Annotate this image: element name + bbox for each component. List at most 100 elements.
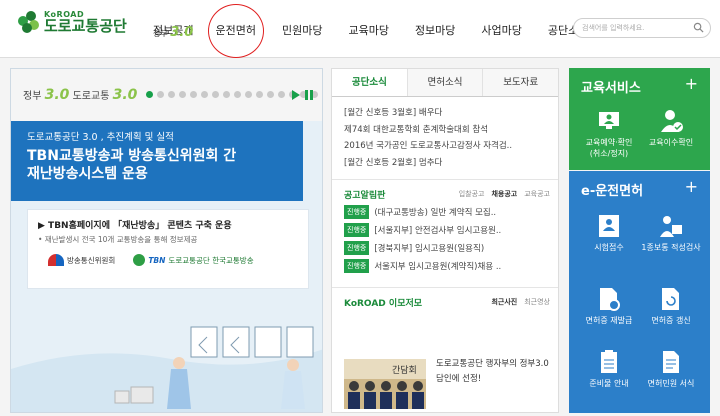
brand-gov: 정부 [23,91,42,102]
list-item[interactable]: [월간 신호등 3월호] 배우다 [344,105,548,122]
list-item[interactable]: 진행중 서울지부 임시고용원(계약직)채용 .. [344,259,548,273]
news-photo[interactable]: 간담회 [344,359,426,409]
license-forms-button[interactable]: 면허민원 서식 [641,349,701,389]
job-text: 서울지부 임시고용원(계약직)채용 .. [374,262,502,272]
banner-illustration [11,326,322,412]
list-item[interactable]: 진행중 (대구교통방송) 일반 계약직 모집.. [344,205,548,219]
logo-ko: 도로교통공단 [44,17,127,35]
job-text: [경북지부] 임시고용원(일용직) [374,244,485,254]
status-badge: 진행중 [344,205,370,219]
document-refresh-icon [662,288,679,310]
list-item[interactable]: 2016년 국가공인 도로교통사고감정사 자격검.. [344,138,548,155]
main-banner[interactable]: 정부 3.0 도로교통 3.0 도로교통공단 3.0 , 추진계획 및 실적 T… [10,68,323,413]
license-renewal-button[interactable]: 면허증 갱신 [641,286,701,326]
nav-civil-service[interactable]: 민원마당 [269,22,335,58]
link-bid-notice[interactable]: 입찰공고 [459,189,485,199]
search-placeholder: 검색어를 입력하세요. [582,24,645,32]
tab-press-release[interactable]: 보도자료 [483,69,559,96]
supplies-guide-button[interactable]: 준비물 안내 [579,349,639,389]
edu-item-label: 교육이수확인 [648,138,694,147]
form-document-icon [663,351,679,373]
brand-num2: 3.0 [112,87,138,103]
news-list: [월간 신호등 3월호] 배우다 제74회 대한교통학회 춘계학술대회 참석 2… [332,97,558,171]
tbn-clover-icon [133,254,146,266]
gov-small: 정부 [153,29,168,38]
banner-info-card: ▶ TBN홈페이지에 「재난방송」 콘텐츠 구축 운용 • 재난발생시 전국 1… [27,209,309,289]
nav-education[interactable]: 교육마당 [335,22,401,58]
photo-description[interactable]: 도로교통공단 행자부의 정부3.0 담인에 선정! [436,357,554,387]
list-item[interactable]: 진행중 [서울지부] 안전검사부 임시고용원.. [344,223,548,237]
status-badge: 진행중 [344,259,370,273]
license-item-label: 1종보통 적성검사 [641,243,701,252]
user-check-icon [661,110,683,132]
status-badge: 진행중 [344,241,370,255]
license-more-button[interactable]: + [685,177,698,196]
list-item[interactable]: 제74회 대한교통학회 춘계학술대회 참석 [344,122,548,139]
kcc-logo: 방송통신위원회 [48,254,115,266]
user-monitor-icon [660,216,682,237]
edu-item-sub: (취소/정지) [589,149,629,158]
site-header: KoROAD 도로교통공단 정부 3.0 정보공개 운전면허 민원마당 교육마당… [0,0,720,58]
search-icon[interactable] [693,22,704,33]
news-panel: 공단소식 면허소식 보도자료 [월간 신호등 3월호] 배우다 제74회 대한교… [331,68,559,413]
job-text: [서울지부] 안전검사부 임시고용원.. [374,226,502,236]
license-item-label: 준비물 안내 [589,379,629,388]
job-text: (대구교통방송) 일반 계약직 모집.. [374,208,497,218]
license-title[interactable]: e-운전면허 [581,180,643,199]
list-item[interactable]: 진행중 [경북지부] 임시고용원(일용직) [344,241,548,255]
banner-headline-1: TBN교통방송과 방송통신위원회 간 [27,148,237,164]
monitor-user-icon [599,112,619,129]
link-recent-videos[interactable]: 최근영상 [524,297,550,307]
banner-headline-2: 재난방송시스템 운용 [27,166,148,182]
brand-org: 도로교통 [72,91,110,102]
edu-completion-button[interactable]: 교육이수확인 [641,108,701,148]
clipboard-icon [601,350,617,373]
carousel-controls-icon[interactable] [291,89,315,101]
banner-subtitle: 도로교통공단 3.0 , 추진계획 및 실적 [27,132,174,143]
job-notice-section: 공고알림판 입찰공고 채용공고 교육공고 진행중 (대구교통방송) 일반 계약직… [332,179,558,273]
link-hiring-notice[interactable]: 채용공고 [491,189,517,199]
list-item[interactable]: [월간 신호등 2월호] 멈추다 [344,155,548,172]
banner-brand: 정부 3.0 도로교통 3.0 [23,87,137,103]
tbn-logo: TBN 도로교통공단 한국교통방송 [133,254,254,266]
e-license-panel: e-운전면허 + 시험접수 1종보통 적성검사 면허증 재발급 면허증 갱신 준… [569,171,710,413]
link-recent-photos[interactable]: 최근사진 [491,297,517,307]
blog-section: KoROAD 이모저모 최근사진 최근영상 [332,287,558,309]
document-gear-icon [600,288,620,311]
card-note: • 재난발생시 전국 10개 교통방송을 통해 정보제공 [38,235,198,244]
license-item-label: 면허민원 서식 [647,379,695,388]
blog-links: 최근사진 최근영상 [491,297,550,307]
license-reissue-button[interactable]: 면허증 재발급 [579,286,639,326]
photo-caption: 간담회 [392,364,417,376]
tab-license-news[interactable]: 면허소식 [407,69,484,96]
brand-num: 3.0 [44,87,70,103]
nav-info-disclosure[interactable]: 정부 3.0 정보공개 [150,22,202,58]
news-tabs: 공단소식 면허소식 보도자료 [332,69,559,97]
aptitude-test-button[interactable]: 1종보통 적성검사 [641,213,701,253]
license-item-label: 면허증 갱신 [651,316,691,325]
kcc-logo-icon [48,254,64,266]
edu-title[interactable]: 교육서비스 [581,77,641,96]
id-card-icon [599,215,619,237]
exam-registration-button[interactable]: 시험접수 [579,213,639,253]
tbn-tag: TBN [148,255,166,265]
photo-icon: 간담회 [344,359,426,409]
site-logo[interactable]: KoROAD 도로교통공단 [18,10,127,34]
partner-logos: 방송통신위원회 TBN 도로교통공단 한국교통방송 [48,254,254,266]
org2-label: 도로교통공단 한국교통방송 [168,255,254,265]
jobs-links: 입찰공고 채용공고 교육공고 [459,189,550,199]
link-edu-notice[interactable]: 교육공고 [524,189,550,199]
gov-num: 3.0 [170,25,194,40]
main-content: 정부 3.0 도로교통 3.0 도로교통공단 3.0 , 추진계획 및 실적 T… [0,58,720,416]
tab-org-news[interactable]: 공단소식 [332,69,408,96]
edu-item-label: 교육예약·확인 [585,138,633,147]
nav-business[interactable]: 사업마당 [468,22,534,58]
clover-logo-icon [18,11,40,33]
nav-information[interactable]: 정보마당 [402,22,468,58]
edu-more-button[interactable]: + [685,74,698,93]
edu-reservation-button[interactable]: 교육예약·확인 (취소/정지) [579,108,639,159]
search-input[interactable]: 검색어를 입력하세요. [573,18,711,38]
license-item-label: 면허증 재발급 [585,316,633,325]
org1-label: 방송통신위원회 [67,255,116,265]
red-highlight-circle [208,4,264,58]
